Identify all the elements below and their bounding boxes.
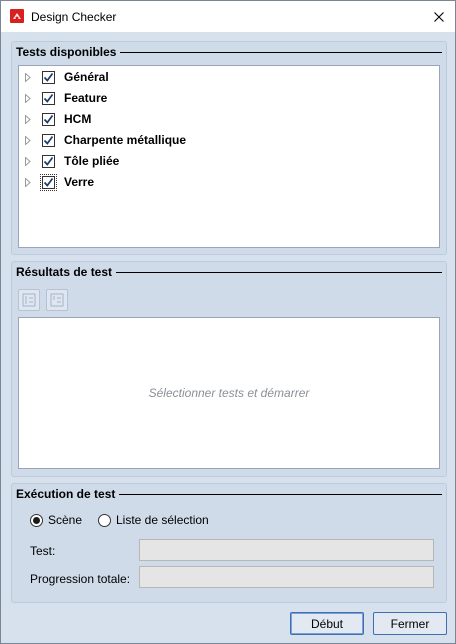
close-icon	[434, 11, 444, 22]
test-results-section: Résultats de test Sélectionner tests et …	[11, 261, 447, 477]
checkbox-charpente-metallique[interactable]	[42, 133, 55, 147]
radio-selection-list[interactable]: Liste de sélection	[98, 513, 209, 527]
progress-label: Progression totale:	[30, 572, 131, 586]
checkbox-verre[interactable]	[40, 173, 57, 191]
expand-arrow-icon[interactable]	[25, 72, 33, 82]
section-divider	[119, 494, 442, 495]
test-execution-section: Exécution de test Scène Liste de sélecti…	[11, 483, 447, 603]
tests-tree[interactable]: Général Feature HCM Charpente métallique…	[18, 65, 440, 248]
title-bar: Design Checker	[1, 1, 455, 32]
checkmark-icon	[43, 114, 54, 124]
radio-scene-button[interactable]	[30, 513, 43, 527]
test-execution-title: Exécution de test	[16, 487, 116, 501]
available-tests-section: Tests disponibles Général Feature HCM Ch…	[11, 41, 447, 255]
checkbox-tole-pliee[interactable]	[42, 154, 55, 168]
tree-item-verre[interactable]: Verre	[25, 172, 94, 192]
expand-arrow-icon[interactable]	[25, 93, 33, 103]
available-tests-header: Tests disponibles	[14, 44, 442, 60]
radio-selection-list-label: Liste de sélection	[116, 513, 209, 527]
window-title: Design Checker	[31, 10, 117, 24]
radio-scene[interactable]: Scène	[30, 513, 82, 527]
checkmark-icon	[43, 93, 54, 103]
checkmark-icon	[43, 135, 54, 145]
tree-item-label: Verre	[64, 175, 95, 189]
start-button[interactable]: Début	[290, 612, 364, 635]
tree-item-feature[interactable]: Feature	[25, 88, 107, 108]
checkbox-hcm[interactable]	[42, 112, 55, 126]
radio-scene-label: Scène	[48, 513, 83, 527]
progress-field	[139, 566, 434, 588]
tree-item-hcm[interactable]: HCM	[25, 109, 91, 129]
checkbox-general[interactable]	[42, 70, 55, 84]
test-label: Test:	[30, 544, 56, 558]
checkbox-feature[interactable]	[42, 91, 55, 105]
available-tests-title: Tests disponibles	[16, 45, 117, 59]
expand-all-icon	[22, 293, 36, 307]
close-window-button[interactable]	[423, 1, 455, 32]
results-list[interactable]: Sélectionner tests et démarrer	[18, 317, 440, 469]
expand-arrow-icon[interactable]	[25, 156, 33, 166]
results-empty-message: Sélectionner tests et démarrer	[148, 386, 310, 400]
collapse-all-icon	[50, 293, 64, 307]
collapse-all-button[interactable]	[46, 289, 68, 311]
radio-selected-dot	[33, 516, 40, 524]
tree-item-label: Général	[64, 70, 109, 84]
section-divider	[116, 272, 442, 273]
tree-item-label: Charpente métallique	[64, 133, 187, 147]
tree-item-charpente-metallique[interactable]: Charpente métallique	[25, 130, 186, 150]
test-execution-header: Exécution de test	[14, 486, 442, 502]
test-results-header: Résultats de test	[14, 264, 442, 280]
expand-arrow-icon[interactable]	[25, 114, 33, 124]
close-button[interactable]: Fermer	[373, 612, 447, 635]
design-checker-window: Design Checker Tests disponibles Général	[0, 0, 456, 644]
tree-item-tole-pliee[interactable]: Tôle pliée	[25, 151, 119, 171]
results-toolbar	[18, 289, 78, 313]
expand-arrow-icon[interactable]	[25, 177, 33, 187]
section-divider	[120, 52, 442, 53]
tree-item-label: Tôle pliée	[64, 154, 120, 168]
checkmark-icon	[43, 72, 54, 82]
test-results-title: Résultats de test	[16, 265, 113, 279]
tree-item-label: Feature	[64, 91, 108, 105]
checkmark-icon	[43, 177, 54, 187]
app-logo-icon	[10, 9, 24, 23]
expand-all-button[interactable]	[18, 289, 40, 311]
tree-item-general[interactable]: Général	[25, 67, 109, 87]
test-field	[139, 539, 434, 561]
tree-item-label: HCM	[64, 112, 92, 126]
expand-arrow-icon[interactable]	[25, 135, 33, 145]
radio-selection-list-button[interactable]	[98, 513, 111, 527]
checkmark-icon	[43, 156, 54, 166]
